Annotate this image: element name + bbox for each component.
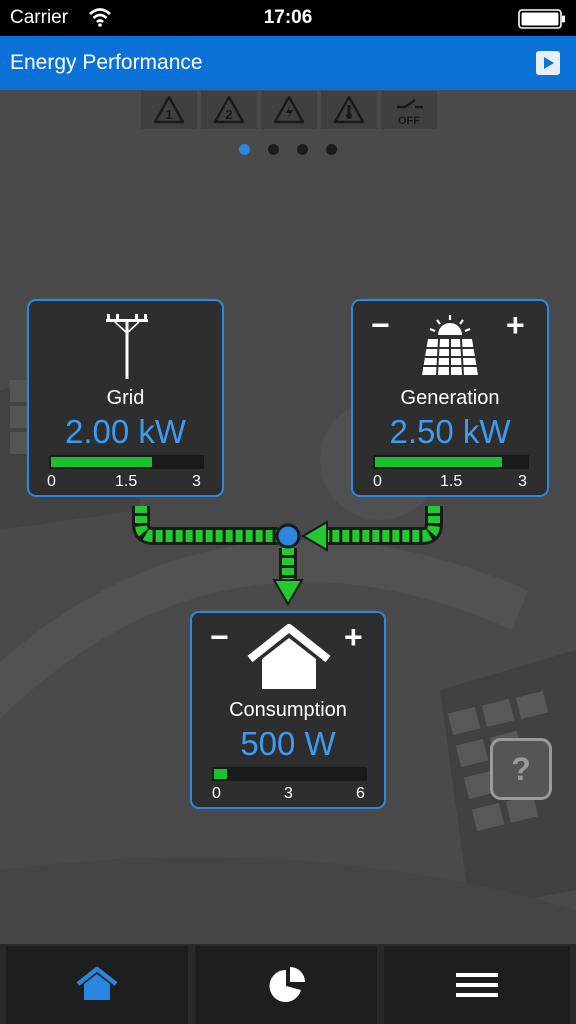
consumption-scale-min: 0	[212, 785, 221, 802]
grid-level-bar	[49, 455, 204, 469]
grid-level-fill	[51, 457, 152, 467]
grid-scale-max: 3	[192, 473, 201, 490]
consumption-level-bar	[212, 767, 367, 781]
grid-scale-mid: 1.5	[115, 473, 138, 490]
consumption-card[interactable]: − + Consumption 500 W 0 3 6	[190, 611, 386, 809]
grid-scale-min: 0	[47, 473, 56, 490]
consumption-label: Consumption	[229, 699, 347, 721]
grid-card[interactable]: Grid 2.00 kW 0 1.5 3	[27, 299, 224, 497]
home-icon	[76, 966, 118, 1000]
power-pole-icon	[106, 314, 148, 379]
generation-value: 2.50 kW	[389, 413, 511, 450]
consumption-value: 500 W	[240, 725, 336, 762]
consumption-scale-max: 6	[356, 785, 365, 802]
tab-bar	[0, 944, 576, 1024]
consumption-plus-button[interactable]: +	[344, 621, 363, 653]
generation-minus-button[interactable]: −	[371, 309, 390, 341]
generation-plus-button[interactable]: +	[506, 309, 525, 341]
grid-value: 2.00 kW	[64, 413, 187, 450]
generation-scale-min: 0	[373, 473, 382, 490]
generation-label: Generation	[400, 387, 500, 409]
tab-statistics[interactable]	[195, 946, 377, 1024]
generation-level-fill	[375, 457, 502, 467]
help-icon: ?	[511, 751, 531, 787]
tab-home[interactable]	[6, 946, 188, 1024]
generation-scale-mid: 1.5	[440, 473, 463, 490]
consumption-scale-mid: 3	[284, 785, 293, 802]
help-button[interactable]: ?	[490, 738, 552, 800]
junction-node	[275, 523, 301, 549]
house-icon	[247, 624, 331, 689]
consumption-level-fill	[214, 769, 227, 779]
generation-card[interactable]: − + Generation 2.50 kW 0 1.5 3	[351, 299, 549, 497]
tab-menu[interactable]	[384, 946, 570, 1024]
pie-chart-icon	[269, 967, 305, 1002]
flow-diagram	[132, 506, 443, 606]
consumption-minus-button[interactable]: −	[210, 621, 229, 653]
generation-level-bar	[373, 455, 529, 469]
generation-scale-max: 3	[518, 473, 527, 490]
menu-icon	[456, 973, 498, 997]
grid-label: Grid	[106, 387, 145, 409]
solar-panel-icon	[422, 315, 478, 376]
